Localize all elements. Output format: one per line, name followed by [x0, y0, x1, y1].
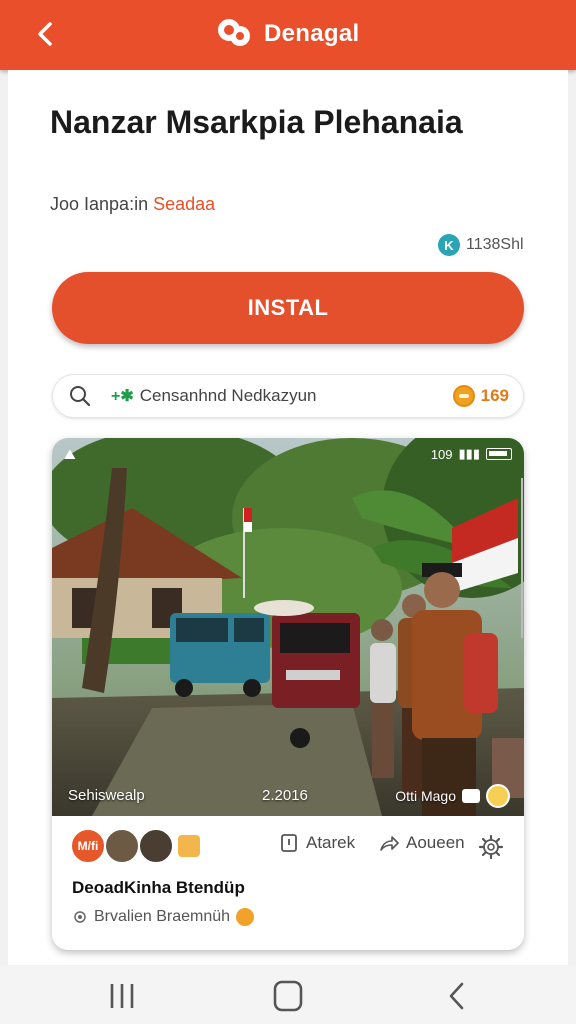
- photo-caption-right-text: Otti Mago: [395, 788, 456, 804]
- brand: Denagal: [214, 14, 359, 54]
- avatar: [104, 828, 140, 864]
- avatar: [138, 828, 174, 864]
- battery-icon: [486, 448, 512, 460]
- village-scene-illustration: [52, 438, 524, 816]
- rating-badge-icon: K: [438, 234, 460, 256]
- save-action-button[interactable]: Atarek: [278, 832, 355, 854]
- photo-caption-date: 2.2016: [262, 787, 308, 804]
- post-title: DeoadKinha Btendüp: [72, 878, 245, 897]
- camera-icon: [462, 789, 480, 803]
- rating-text: 1138Shl: [466, 236, 524, 253]
- search-tag-icon: +✱: [111, 388, 134, 405]
- post-subtitle: Brvalien Braemnüh: [94, 908, 231, 925]
- badge-icon: [236, 908, 255, 926]
- home-icon[interactable]: [270, 980, 306, 1012]
- sun-icon[interactable]: [486, 784, 510, 808]
- search-text: Censanhnd Nedkazyun: [139, 386, 317, 405]
- share-icon: [380, 836, 399, 851]
- bookmark-icon: [281, 834, 297, 852]
- avatar-group[interactable]: M/fi: [70, 828, 202, 864]
- search-query: +✱ Censanhnd Nedkazyun: [111, 386, 453, 406]
- developer-line: Joo Ianpa:in Seadaa: [50, 194, 215, 215]
- recents-icon[interactable]: [104, 980, 140, 1012]
- app-title: Nanzar Msarkpia Plehanaia: [50, 104, 463, 140]
- back-icon[interactable]: [440, 980, 476, 1012]
- photo-status-overlay: 109 ▮▮▮: [431, 446, 512, 462]
- post-card[interactable]: ⛰ 109 ▮▮▮ Sehiswealp 2.2016 Otti Mago M/…: [52, 438, 524, 950]
- chevron-left-icon: [38, 22, 52, 46]
- photo-caption-left: Sehiswealp: [68, 787, 145, 804]
- photo-status-text: 109: [430, 446, 453, 462]
- signal-icon: ▮▮▮: [458, 446, 480, 461]
- location-icon: ⛰: [64, 446, 76, 462]
- install-button[interactable]: INSTAL: [52, 272, 524, 344]
- search-icon: [70, 386, 91, 407]
- system-nav-bar: [0, 966, 576, 1024]
- developer-prefix: Joo Ianpa:in: [50, 194, 149, 214]
- back-button[interactable]: [28, 16, 64, 52]
- top-app-bar: Denagal: [0, 0, 576, 70]
- coin-icon: [452, 385, 475, 407]
- coin-count-badge[interactable]: 169: [452, 385, 509, 407]
- share-action-button[interactable]: Aoueen: [378, 832, 465, 854]
- avatar: M/fi: [70, 828, 106, 864]
- settings-gear-icon[interactable]: [478, 834, 504, 860]
- coin-count: 169: [480, 386, 509, 405]
- rating-info: K 1138Shl: [438, 234, 524, 256]
- card-action-row: M/fi Atarek Aoueen: [52, 826, 524, 870]
- photo-caption-right: Otti Mago: [395, 784, 510, 808]
- post-subtitle-row: Brvalien Braemnüh: [72, 908, 255, 926]
- search-bar[interactable]: +✱ Censanhnd Nedkazyun 169: [52, 374, 524, 418]
- app-bar-title: Denagal: [264, 20, 360, 47]
- small-gear-icon: [74, 911, 86, 923]
- share-action-label: Aoueen: [406, 833, 465, 852]
- developer-link[interactable]: Seadaa: [153, 194, 215, 214]
- brand-logo-icon: [218, 19, 250, 46]
- sticker-icon: [176, 833, 202, 859]
- post-photo[interactable]: ⛰ 109 ▮▮▮ Sehiswealp 2.2016 Otti Mago: [52, 438, 524, 816]
- save-action-label: Atarek: [306, 833, 356, 852]
